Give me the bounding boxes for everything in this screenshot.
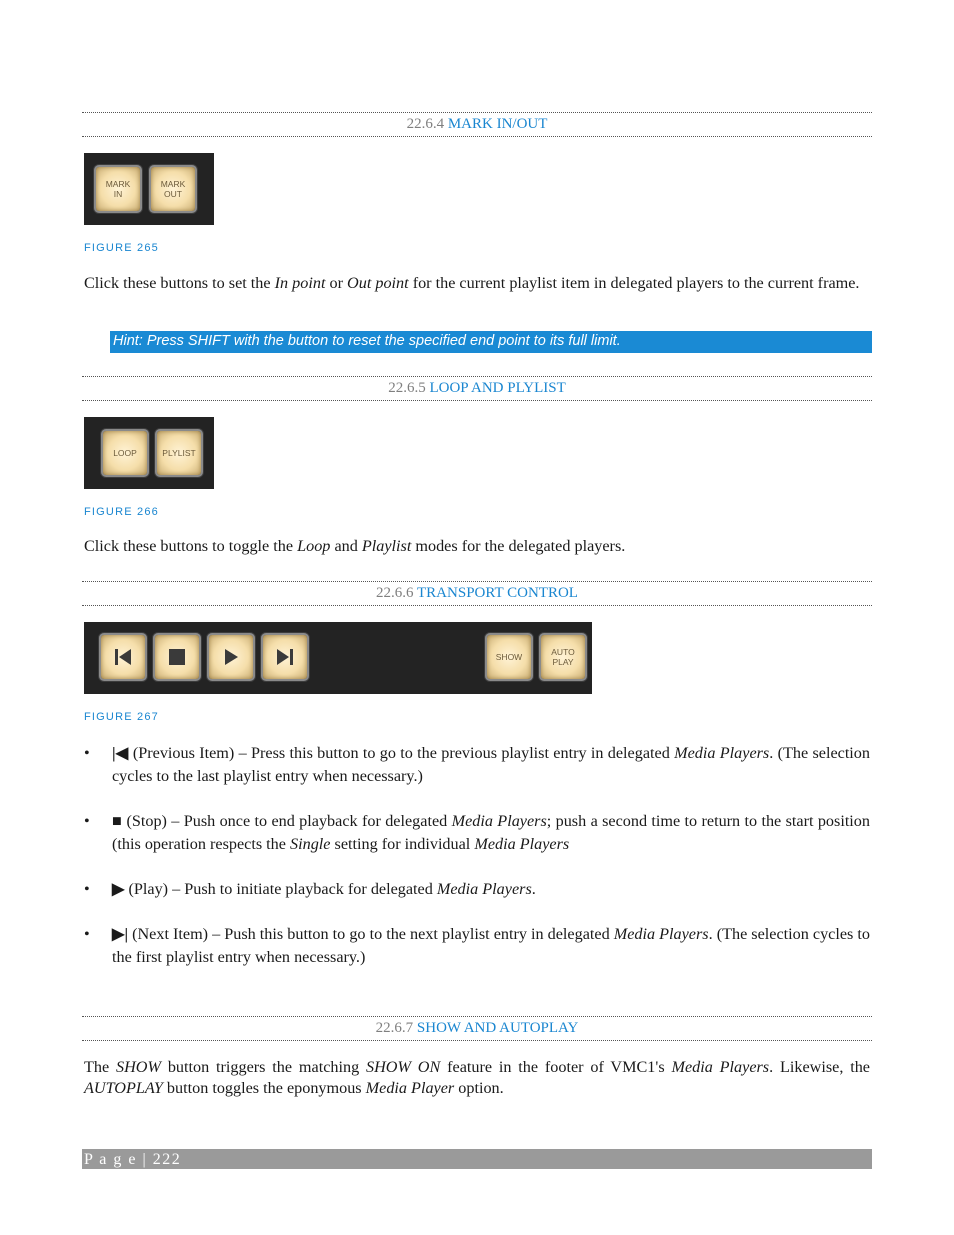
page-number: 222 xyxy=(152,1151,182,1168)
figure-caption: FIGURE 267 xyxy=(84,711,159,723)
paragraph-show-autoplay: The SHOW button triggers the matching SH… xyxy=(84,1057,870,1099)
text: (Next Item) – Push this button to go to … xyxy=(128,925,614,943)
figure-transport-control: SHOW AUTO PLAY xyxy=(84,622,592,694)
emphasis: In point xyxy=(274,274,326,292)
text: modes for the delegated players. xyxy=(411,537,626,555)
section-number: 22.6.4 xyxy=(406,116,445,132)
emphasis: Loop xyxy=(297,537,331,555)
button-label: MARK xyxy=(160,179,186,189)
section-title: TRANSPORT CONTROL xyxy=(417,585,578,601)
list-item-previous: • |◀ (Previous Item) – Press this button… xyxy=(84,742,870,788)
play-symbol: ▶ xyxy=(112,880,125,898)
section-heading-transport-control: 22.6.6 TRANSPORT CONTROL xyxy=(82,581,872,606)
button-label: IN xyxy=(113,189,123,199)
stop-button[interactable] xyxy=(155,635,199,679)
text: feature in the footer of VMC1's xyxy=(440,1058,672,1076)
section-heading-show-autoplay: 22.6.7 SHOW AND AUTOPLAY xyxy=(82,1016,872,1041)
emphasis: Out point xyxy=(347,274,409,292)
figure-loop-playlist: LOOP PLYLIST xyxy=(84,417,214,489)
play-icon xyxy=(225,649,238,665)
section-number: 22.6.5 xyxy=(388,380,426,396)
text: button toggles the eponymous xyxy=(162,1079,366,1097)
autoplay-button[interactable]: AUTO PLAY xyxy=(541,635,585,679)
page-label: P a g e xyxy=(84,1151,138,1168)
text: . xyxy=(531,880,536,898)
hint-box: Hint: Press SHIFT with the button to res… xyxy=(110,331,872,353)
page-footer: P a g e | 222 xyxy=(82,1149,872,1169)
emphasis: Media Players xyxy=(451,812,547,830)
show-button[interactable]: SHOW xyxy=(487,635,531,679)
next-item-button[interactable] xyxy=(263,635,307,679)
bullet-dot: • xyxy=(84,880,90,898)
emphasis: SHOW xyxy=(116,1058,161,1076)
previous-item-icon xyxy=(115,649,131,665)
separator: | xyxy=(142,1151,148,1168)
paragraph-loop-playlist: Click these buttons to toggle the Loop a… xyxy=(84,536,870,557)
figure-caption: FIGURE 265 xyxy=(84,242,159,254)
button-label: AUTO xyxy=(551,647,575,657)
text: for the current playlist item in delegat… xyxy=(408,274,860,292)
section-number: 22.6.6 xyxy=(376,585,414,601)
bullet-dot: • xyxy=(84,925,90,943)
section-number: 22.6.7 xyxy=(375,1020,414,1036)
stop-symbol: ■ xyxy=(112,812,123,830)
button-label: OUT xyxy=(164,189,182,199)
stop-icon xyxy=(169,649,185,665)
emphasis: SHOW ON xyxy=(366,1058,441,1076)
emphasis: Single xyxy=(290,835,331,853)
list-item-stop: • ■ (Stop) – Push once to end playback f… xyxy=(84,810,870,856)
section-title: LOOP AND PLYLIST xyxy=(429,380,566,396)
button-label: SHOW xyxy=(495,652,523,662)
button-label: LOOP xyxy=(113,448,137,458)
loop-button[interactable]: LOOP xyxy=(103,431,147,475)
previous-item-symbol: |◀ xyxy=(112,744,129,762)
button-label: PLAY xyxy=(552,657,574,667)
emphasis: AUTOPLAY xyxy=(84,1079,163,1097)
emphasis: Playlist xyxy=(361,537,412,555)
text: The xyxy=(84,1058,117,1076)
bullet-dot: • xyxy=(84,812,90,830)
emphasis: Media Players xyxy=(613,925,709,943)
text: and xyxy=(330,537,362,555)
next-item-symbol: ▶| xyxy=(112,925,129,943)
text: button triggers the matching xyxy=(160,1058,366,1076)
emphasis: Media Players xyxy=(474,835,570,853)
paragraph-mark-in-out: Click these buttons to set the In point … xyxy=(84,273,870,294)
text: Click these buttons to set the xyxy=(84,274,275,292)
previous-item-button[interactable] xyxy=(101,635,145,679)
list-item-play: • ▶ (Play) – Push to initiate playback f… xyxy=(84,878,870,901)
section-title: SHOW AND AUTOPLAY xyxy=(416,1020,579,1036)
text: option. xyxy=(454,1079,504,1097)
section-title: MARK IN/OUT xyxy=(447,116,548,132)
text: (Play) – Push to initiate playback for d… xyxy=(124,880,437,898)
emphasis: Media Players xyxy=(436,880,532,898)
text: (Stop) – Push once to end playback for d… xyxy=(122,812,452,830)
button-label: PLYLIST xyxy=(162,448,196,458)
emphasis: Media Players xyxy=(671,1058,770,1076)
play-button[interactable] xyxy=(209,635,253,679)
bullet-dot: • xyxy=(84,744,90,762)
mark-in-button[interactable]: MARK IN xyxy=(96,167,140,211)
playlist-button[interactable]: PLYLIST xyxy=(157,431,201,475)
section-heading-mark-in-out: 22.6.4 MARK IN/OUT xyxy=(82,112,872,137)
section-heading-loop-playlist: 22.6.5 LOOP AND PLYLIST xyxy=(82,376,872,401)
list-item-next: • ▶| (Next Item) – Push this button to g… xyxy=(84,923,870,969)
text: (Previous Item) – Press this button to g… xyxy=(128,744,675,762)
next-item-icon xyxy=(277,649,293,665)
button-label: MARK xyxy=(105,179,131,189)
text: Click these buttons to toggle the xyxy=(84,537,298,555)
emphasis: Media Players xyxy=(674,744,770,762)
text: setting for individual xyxy=(330,835,475,853)
text: or xyxy=(325,274,348,292)
text: . Likewise, the xyxy=(769,1058,870,1076)
mark-out-button[interactable]: MARK OUT xyxy=(151,167,195,211)
figure-mark-in-out: MARK IN MARK OUT xyxy=(84,153,214,225)
figure-caption: FIGURE 266 xyxy=(84,506,159,518)
emphasis: Media Player xyxy=(365,1079,455,1097)
